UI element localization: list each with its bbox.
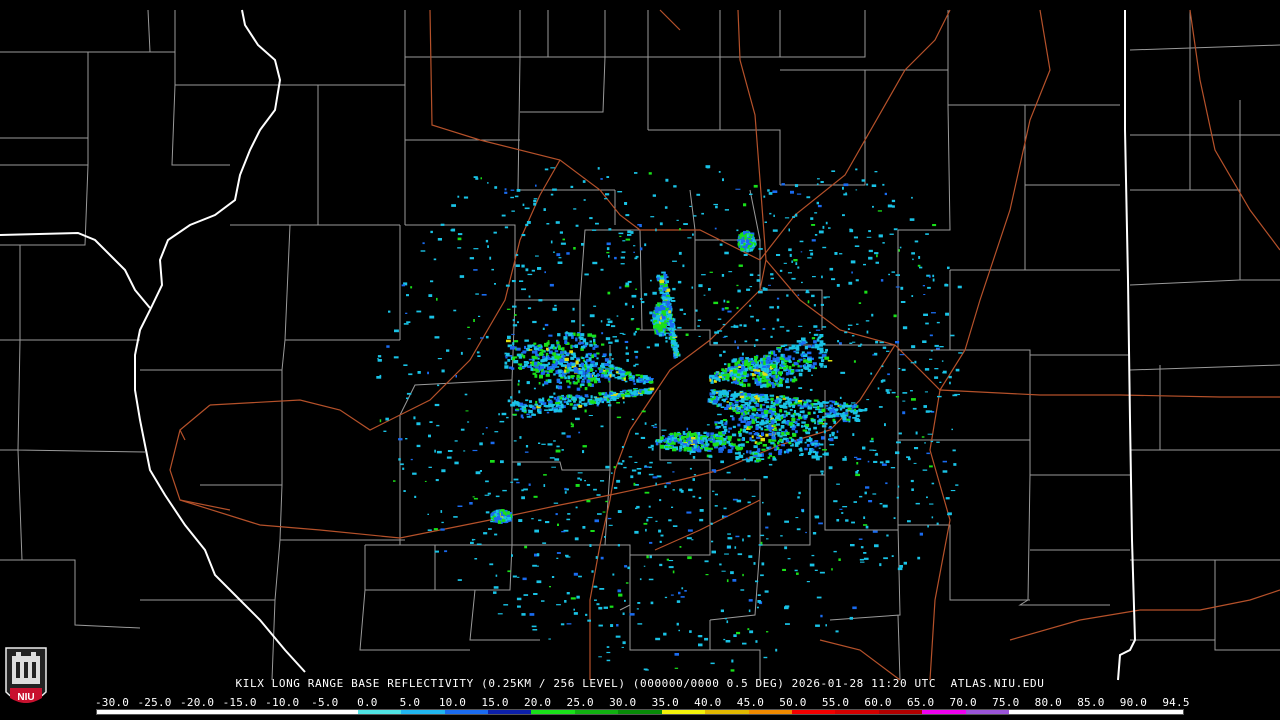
color-scale-tick-label: 30.0	[609, 696, 637, 709]
color-scale-tick-label: -20.0	[180, 696, 215, 709]
color-scale-tick-label: 35.0	[651, 696, 679, 709]
color-scale-tick-label: -5.0	[311, 696, 339, 709]
color-scale-bar	[96, 709, 1184, 715]
color-scale-tick-label: 85.0	[1077, 696, 1105, 709]
color-scale-tick-label: 65.0	[906, 696, 935, 709]
color-scale-tick-label: 90.0	[1119, 696, 1148, 709]
color-scale-tick-label: -30.0	[94, 696, 130, 709]
color-scale-segment	[1096, 710, 1140, 714]
color-scale-segment	[792, 710, 836, 714]
color-scale-segment	[357, 710, 402, 714]
color-scale-segment	[314, 710, 358, 714]
color-scale-labels: -30.0 -25.0 -20.0 -15.0 -10.0 -5.0 0.0 5.0 10.0 1…	[0, 696, 1280, 709]
color-scale-tick-label: 0.0	[357, 696, 378, 709]
color-scale-tick-label: 45.0	[736, 696, 765, 709]
color-scale-tick-label: 55.0	[821, 696, 850, 709]
color-scale-tick-label: -10.0	[265, 696, 300, 709]
color-scale-tick-label: 80.0	[1034, 696, 1062, 709]
radar-map: NIU	[0, 0, 1280, 720]
color-scale-segment	[487, 710, 532, 714]
color-scale-tick-label: 40.0	[694, 696, 722, 709]
color-scale-segment	[270, 710, 315, 714]
color-scale-segment	[531, 710, 575, 714]
color-scale-segment	[97, 710, 141, 714]
product-caption: KILX LONG RANGE BASE REFLECTIVITY (0.25K…	[235, 677, 1045, 690]
color-scale-segment	[618, 710, 662, 714]
color-scale-segment	[661, 710, 706, 714]
color-scale-tick-label: -25.0	[137, 696, 172, 709]
color-scale-tick-label: 10.0	[438, 696, 467, 709]
color-scale-tick-label: 50.0	[779, 696, 807, 709]
color-scale-segment	[444, 710, 488, 714]
color-scale-tick-label: 94.5	[1162, 696, 1190, 709]
color-scale-segment	[1052, 710, 1097, 714]
color-scale-segment	[705, 710, 749, 714]
color-scale-segment	[1009, 710, 1053, 714]
color-scale-segment	[748, 710, 792, 714]
color-scale-tick-label: 70.0	[949, 696, 977, 709]
color-scale-tick-label: 5.0	[399, 696, 421, 709]
color-scale-tick-label: 20.0	[523, 696, 552, 709]
color-scale-segment	[183, 710, 228, 714]
color-scale-segment	[140, 710, 184, 714]
color-scale-tick-label: 75.0	[992, 696, 1020, 709]
color-scale-segment	[401, 710, 445, 714]
color-scale-tick-label: 15.0	[481, 696, 509, 709]
color-scale-segment	[835, 710, 879, 714]
color-scale-tick-label: 25.0	[566, 696, 594, 709]
color-scale-tick-label: 60.0	[864, 696, 892, 709]
color-scale-tick-label: -15.0	[222, 696, 257, 709]
color-scale-segment	[574, 710, 619, 714]
color-scale-segment	[227, 710, 271, 714]
color-scale-segment	[965, 710, 1010, 714]
color-scale-segment	[878, 710, 923, 714]
color-scale-segment	[922, 710, 966, 714]
color-scale-segment	[1139, 710, 1183, 714]
